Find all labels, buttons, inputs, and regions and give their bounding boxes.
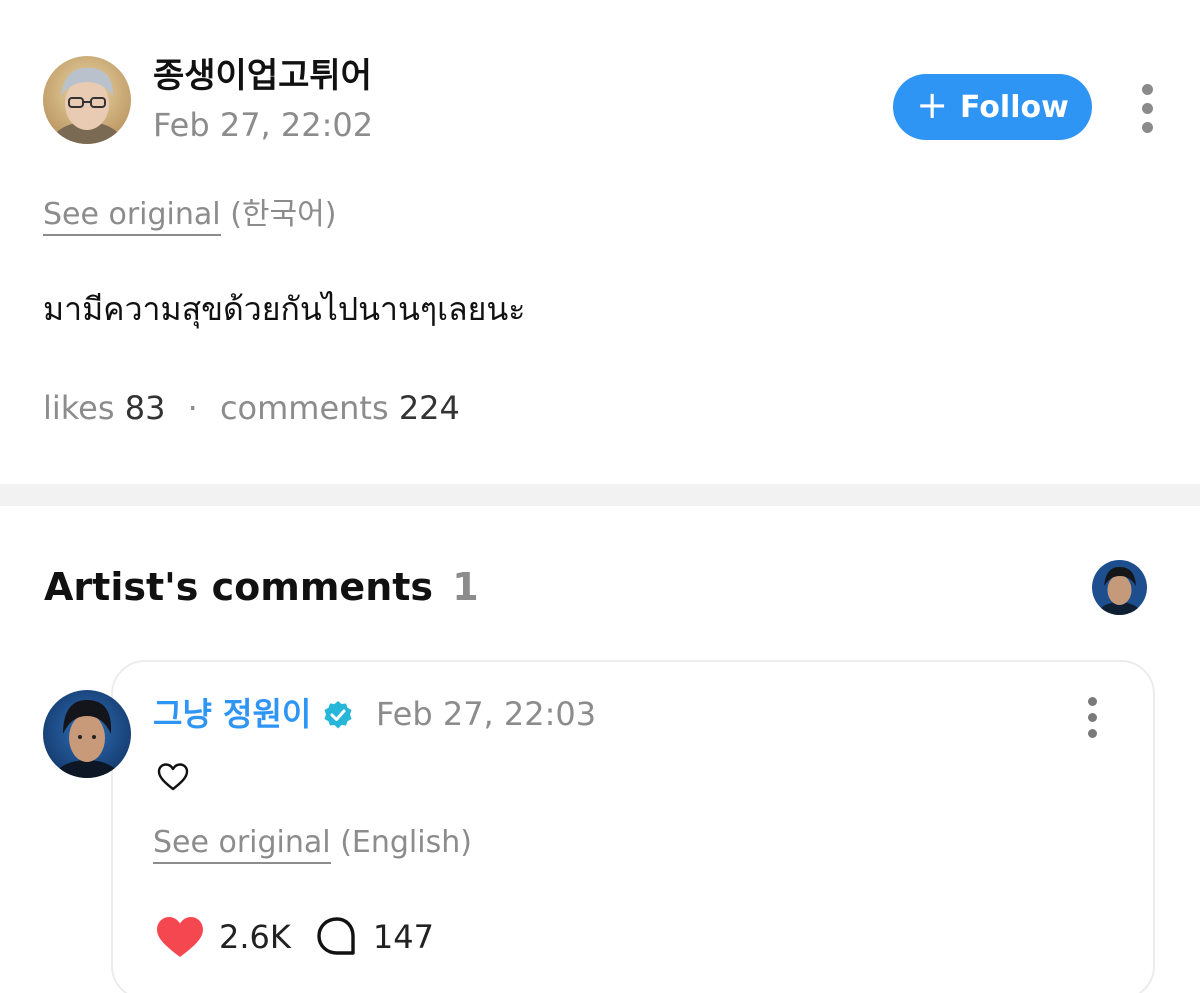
artist-comments-heading: Artist's comments 1 — [44, 563, 479, 611]
comments-count[interactable]: 224 — [399, 389, 460, 427]
comment-author-name[interactable]: 그냥 정원이 — [153, 692, 311, 736]
comments-label[interactable]: comments — [220, 389, 389, 427]
artist-comments-title: Artist's comments — [44, 565, 434, 609]
artist-avatar-small[interactable] — [1092, 560, 1147, 615]
post-date: Feb 27, 22:02 — [153, 106, 374, 144]
more-vertical-icon[interactable] — [1140, 84, 1154, 133]
artist-comments-count: 1 — [452, 565, 479, 609]
follow-label: Follow — [960, 89, 1069, 125]
heart-outline-icon — [157, 763, 189, 791]
likes-count: 83 — [124, 389, 166, 427]
verified-badge-icon — [324, 701, 352, 729]
post-author-avatar[interactable] — [43, 56, 131, 144]
post-stats: likes 83 · comments 224 — [43, 387, 460, 429]
comment-see-original-row: See original (English) — [153, 823, 472, 864]
likes-label: likes — [43, 389, 115, 427]
post-body-text: มามีความสุขด้วยกันไปนานๆเลยนะ — [43, 290, 526, 328]
comment-likes-count: 2.6K — [219, 918, 291, 956]
comment-original-language: (English) — [340, 825, 472, 860]
see-original-row: See original (한국어) — [43, 195, 337, 236]
fan-post-page: 종생이업고튀어 Feb 27, 22:02 + Follow See origi… — [0, 0, 1200, 993]
original-language: (한국어) — [230, 197, 337, 232]
comment-see-original-link[interactable]: See original — [153, 825, 331, 864]
see-original-link[interactable]: See original — [43, 197, 221, 236]
plus-icon: + — [916, 83, 949, 127]
heart-filled-icon[interactable] — [155, 915, 205, 959]
section-divider — [0, 484, 1200, 506]
follow-button[interactable]: + Follow — [893, 74, 1092, 140]
stats-separator: · — [187, 389, 198, 427]
comment-more-vertical-icon[interactable] — [1085, 697, 1099, 738]
comment-author-avatar[interactable] — [43, 690, 131, 778]
post-author-name[interactable]: 종생이업고튀어 — [153, 54, 372, 98]
comment-replies-count: 147 — [372, 918, 434, 956]
speech-bubble-icon[interactable] — [315, 915, 359, 959]
comment-date: Feb 27, 22:03 — [376, 695, 597, 733]
comment-reactions: 2.6K 147 — [155, 912, 434, 962]
